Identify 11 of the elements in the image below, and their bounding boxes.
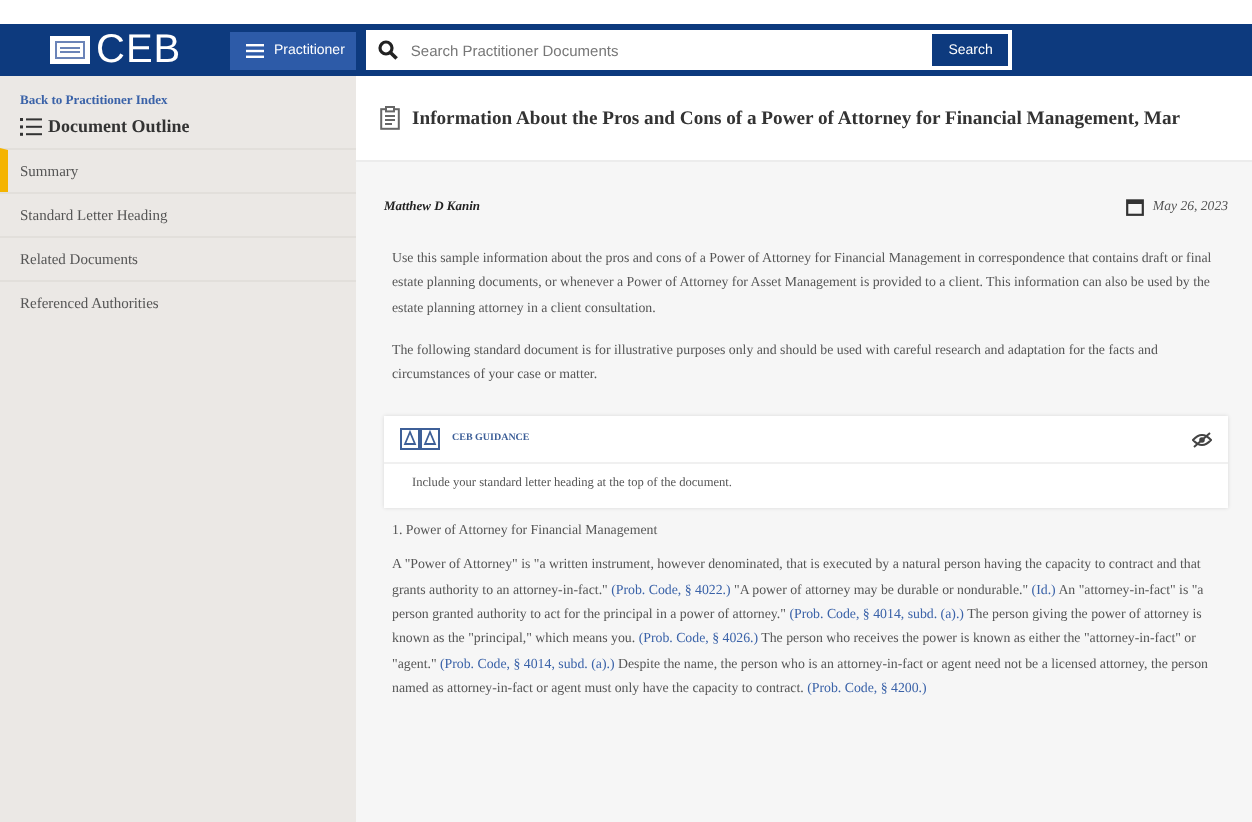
logo: CEB xyxy=(96,30,182,70)
list-icon xyxy=(20,117,42,135)
menu-icon xyxy=(246,43,264,57)
eye-slash-icon[interactable] xyxy=(1192,431,1212,448)
search-icon xyxy=(378,40,399,60)
document-title: Information About the Pros and Cons of a Power of Attorney for Financial Management, Mar xyxy=(412,107,1180,129)
calendar-icon xyxy=(1126,198,1145,216)
outline-title: Document Outline xyxy=(48,116,190,136)
clipboard-icon xyxy=(380,106,400,130)
logo-icon xyxy=(50,36,90,64)
scales-icon xyxy=(400,428,440,451)
